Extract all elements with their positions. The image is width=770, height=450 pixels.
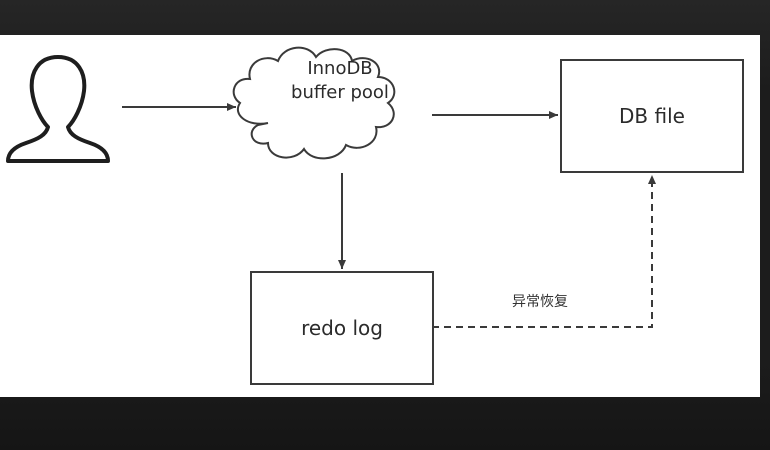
recovery-edge-label: 异常恢复 [512,294,568,310]
buffer-pool-label: InnoDB buffer pool [270,57,410,105]
slide-frame: InnoDB buffer pool DB file redo log 异常恢复 [0,0,770,450]
user-icon [6,55,110,163]
buffer-pool-label-line1: InnoDB [307,58,373,79]
diagram-canvas: InnoDB buffer pool DB file redo log 异常恢复 [0,35,760,397]
db-file-box: DB file [560,59,744,173]
redo-log-box: redo log [250,271,434,385]
db-file-label: DB file [619,104,685,128]
redo-log-label: redo log [301,316,383,340]
buffer-pool-label-line2: buffer pool [291,82,389,103]
